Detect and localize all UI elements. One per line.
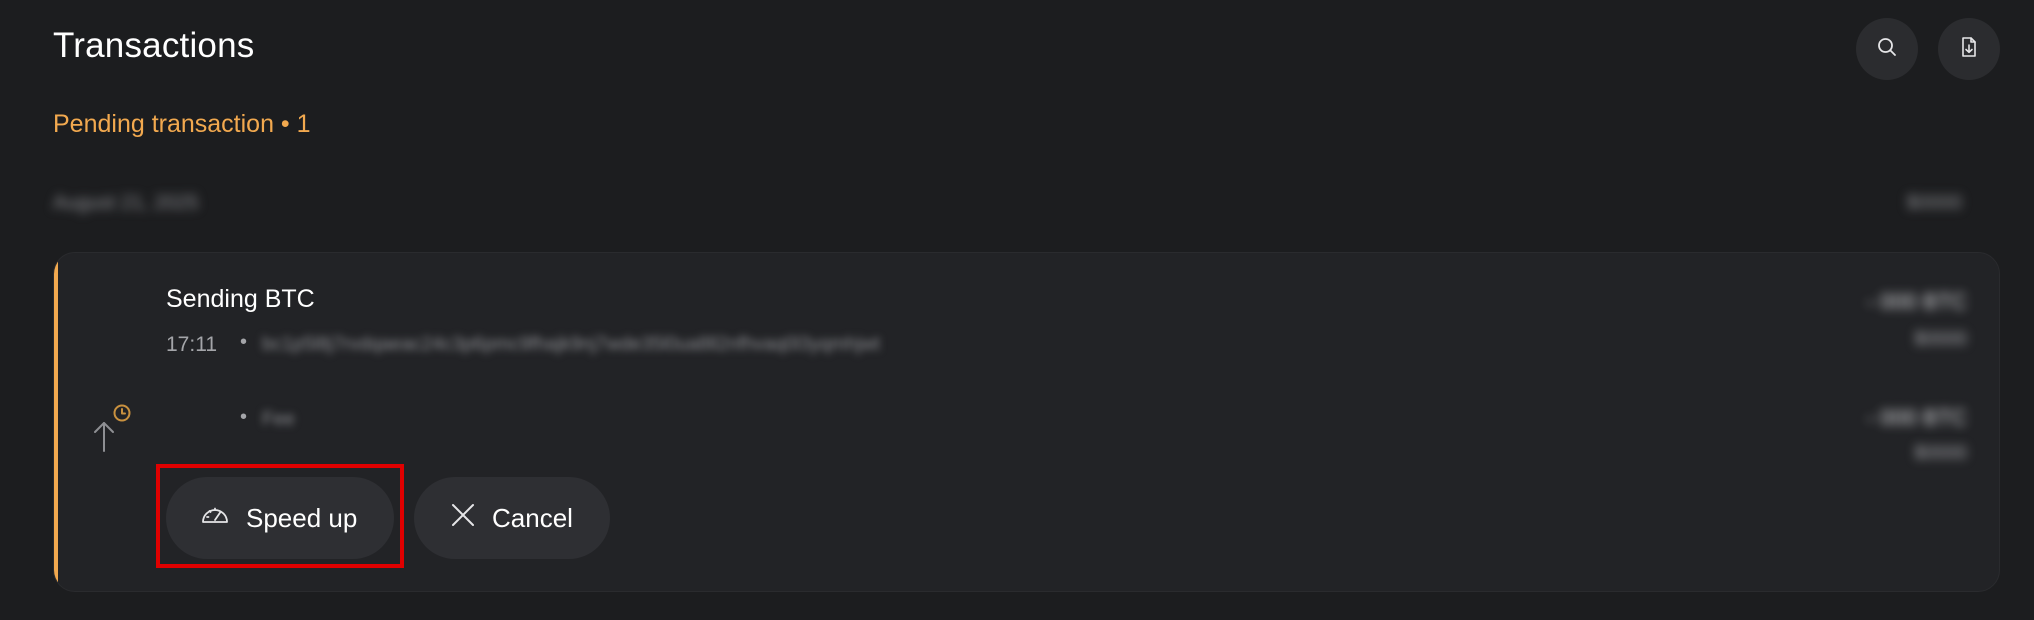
search-icon bbox=[1875, 35, 1899, 64]
pending-transactions-heading: Pending transaction • 1 bbox=[53, 110, 311, 138]
close-icon bbox=[450, 502, 492, 535]
speed-up-label: Speed up bbox=[246, 502, 358, 533]
separator-dot: • bbox=[240, 331, 248, 353]
transaction-card[interactable]: Sending BTC 17:11 • bc1p5l8j7rvdqaeac24c… bbox=[53, 252, 2000, 592]
page-title: Transactions bbox=[53, 26, 255, 65]
amount-btc: - 000 BTC bbox=[1866, 289, 1967, 314]
cancel-label: Cancel bbox=[492, 502, 573, 533]
group-total: $0000 bbox=[1906, 192, 1962, 214]
speed-up-button[interactable]: Speed up bbox=[166, 477, 394, 559]
cancel-button[interactable]: Cancel bbox=[414, 477, 610, 559]
pending-accent-bar bbox=[54, 253, 58, 591]
file-download-icon bbox=[1957, 35, 1981, 64]
search-button[interactable] bbox=[1856, 18, 1918, 80]
send-pending-clock-icon bbox=[90, 403, 134, 453]
fee-amount-fiat: $0000 bbox=[1914, 443, 1967, 464]
fee-amount-btc: - 000 BTC bbox=[1866, 405, 1967, 430]
amount-fiat: $0000 bbox=[1914, 329, 1967, 350]
transactions-page: Transactions Pending transaction • 1 Aug… bbox=[0, 0, 2034, 620]
export-button[interactable] bbox=[1938, 18, 2000, 80]
group-date: August 21, 2025 bbox=[53, 192, 199, 214]
recipient-address: bc1p5l8j7rvdqaeac24c3p6pmc9fhajk9nj7wde3… bbox=[262, 334, 880, 355]
transaction-title: Sending BTC bbox=[166, 285, 315, 313]
transaction-time: 17:11 bbox=[166, 333, 217, 356]
separator-dot: • bbox=[240, 406, 248, 428]
fee-label: Fee bbox=[262, 409, 295, 430]
speedometer-icon bbox=[200, 500, 246, 537]
